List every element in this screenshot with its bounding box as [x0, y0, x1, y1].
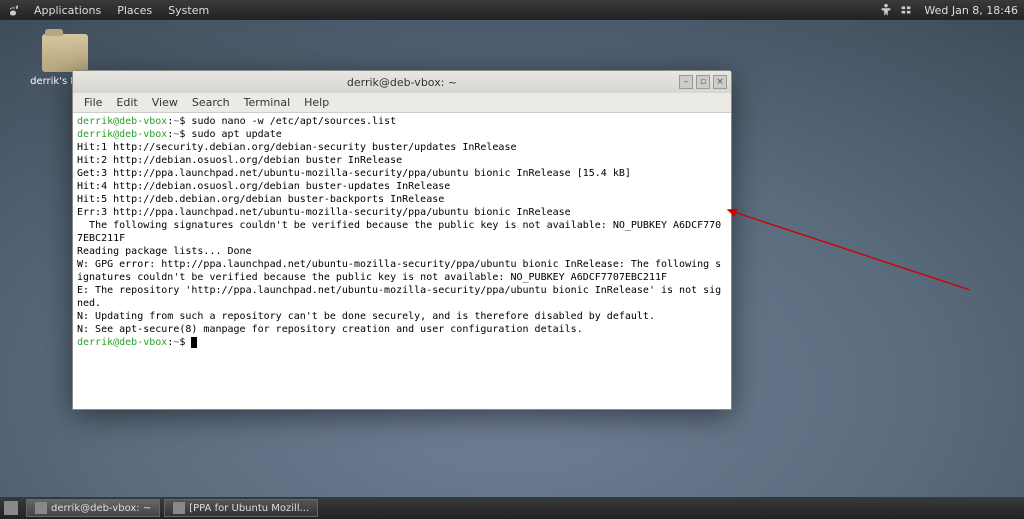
menu-terminal[interactable]: Terminal	[237, 96, 298, 109]
show-desktop-button[interactable]	[4, 501, 18, 515]
terminal-menubar: File Edit View Search Terminal Help	[73, 93, 731, 113]
terminal-task-icon	[35, 502, 47, 514]
clock[interactable]: Wed Jan 8, 18:46	[924, 4, 1018, 17]
window-titlebar[interactable]: derrik@deb-vbox: ~ – ▫ ×	[73, 71, 731, 93]
window-maximize-button[interactable]: ▫	[696, 75, 710, 89]
menu-file[interactable]: File	[77, 96, 109, 109]
menu-system[interactable]: System	[160, 4, 217, 17]
window-title: derrik@deb-vbox: ~	[347, 76, 457, 89]
taskbar-item-terminal[interactable]: derrik@deb-vbox: ~	[26, 499, 160, 517]
menu-search[interactable]: Search	[185, 96, 237, 109]
folder-icon	[42, 34, 88, 72]
network-icon[interactable]	[899, 3, 913, 17]
terminal-window: derrik@deb-vbox: ~ – ▫ × File Edit View …	[72, 70, 732, 410]
menu-places[interactable]: Places	[109, 4, 160, 17]
bottom-panel: derrik@deb-vbox: ~ [PPA for Ubuntu Mozil…	[0, 497, 1024, 519]
menu-view[interactable]: View	[145, 96, 185, 109]
menu-applications[interactable]: Applications	[26, 4, 109, 17]
menu-edit[interactable]: Edit	[109, 96, 144, 109]
window-close-button[interactable]: ×	[713, 75, 727, 89]
window-minimize-button[interactable]: –	[679, 75, 693, 89]
accessibility-icon[interactable]	[879, 3, 893, 17]
gnome-foot-icon[interactable]	[6, 3, 20, 17]
top-panel: Applications Places System Wed Jan 8, 18…	[0, 0, 1024, 20]
taskbar-item-browser[interactable]: [PPA for Ubuntu Mozill...	[164, 499, 318, 517]
terminal-output[interactable]: derrik@deb-vbox:~$ sudo nano -w /etc/apt…	[73, 113, 731, 409]
browser-task-icon	[173, 502, 185, 514]
menu-help[interactable]: Help	[297, 96, 336, 109]
